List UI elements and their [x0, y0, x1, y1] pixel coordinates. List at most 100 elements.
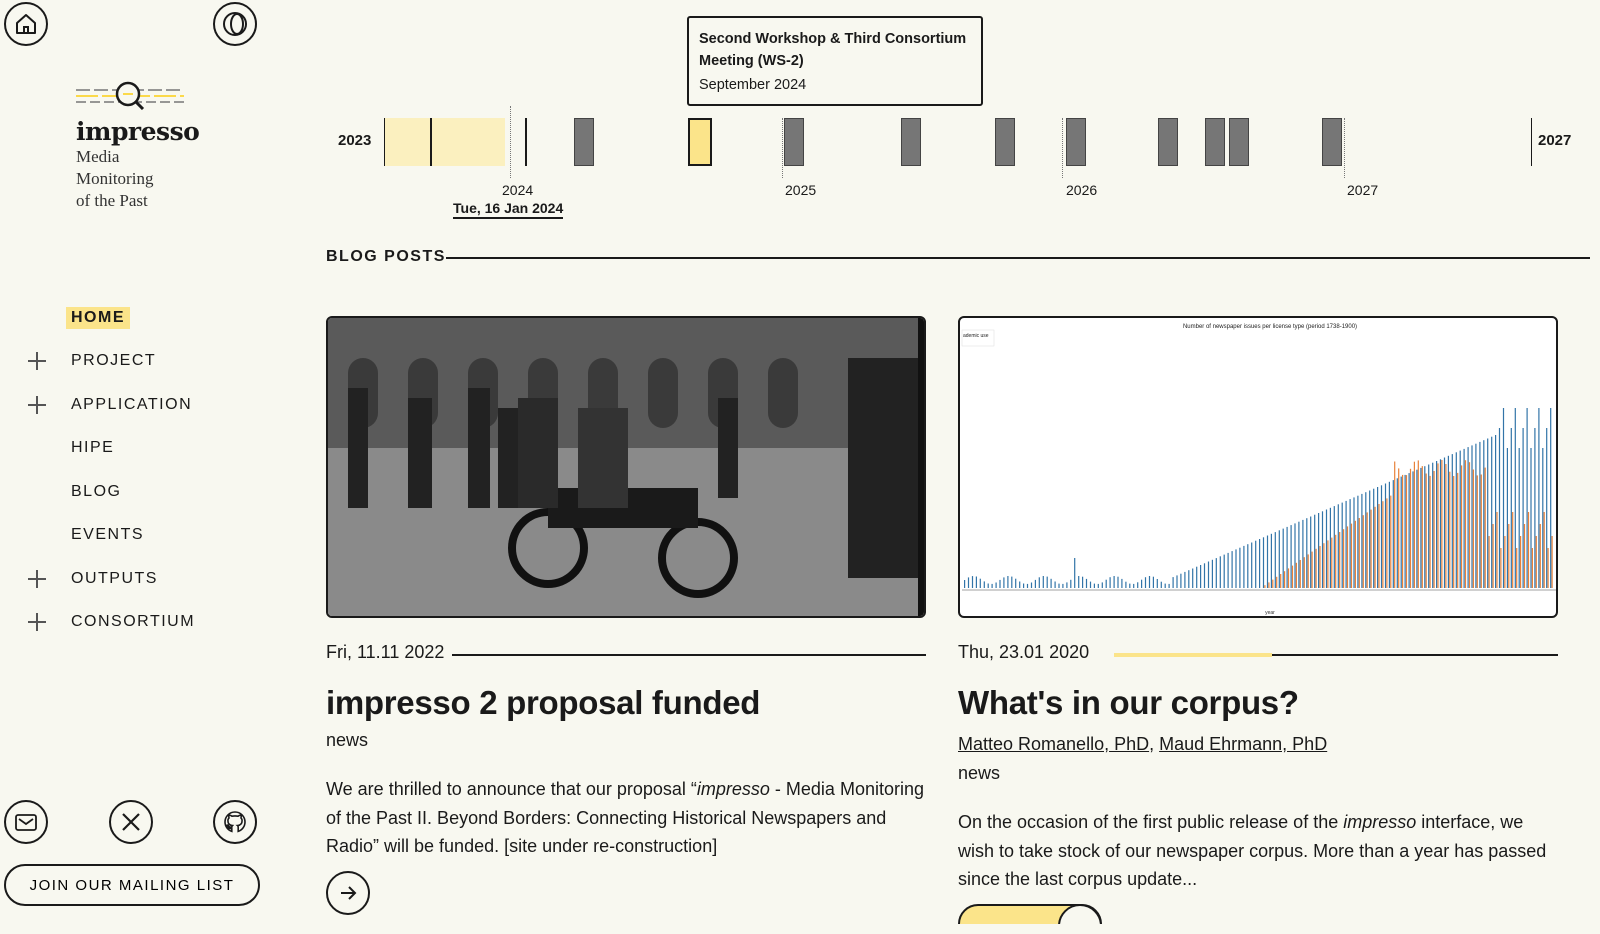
expand-plus-icon[interactable] [28, 395, 46, 414]
chart-bar [1378, 504, 1380, 588]
home-button[interactable] [4, 2, 48, 46]
chart-bar [1314, 514, 1316, 588]
chart-bar [1133, 583, 1135, 588]
chart-bar [1357, 495, 1359, 588]
chart-bar [987, 583, 989, 588]
timeline-event[interactable] [784, 118, 804, 166]
chart-bar [1361, 493, 1363, 588]
nav-label-project: PROJECT [71, 352, 157, 370]
timeline-event[interactable] [901, 118, 921, 166]
timeline-event[interactable] [1322, 118, 1342, 166]
chart-legend-label: ademic use [963, 333, 989, 339]
nav-item-events[interactable]: EVENTS [0, 514, 260, 558]
chart-bar [1512, 512, 1514, 588]
blog-card[interactable]: Fri, 11.11 2022 impresso 2 proposal fund… [326, 316, 926, 915]
chart-bar [1085, 578, 1088, 588]
chart-bar [1298, 521, 1300, 588]
chart-bar [1382, 501, 1384, 588]
chart-bar [1137, 582, 1139, 588]
nav-item-consortium[interactable]: CONSORTIUM [0, 601, 260, 645]
read-more-button[interactable] [326, 870, 370, 915]
chart-bar [1207, 561, 1210, 588]
timeline-event[interactable] [995, 118, 1015, 166]
chart-bar [1066, 582, 1068, 588]
chart-bar [1508, 524, 1510, 588]
chart-bar [1341, 502, 1343, 588]
timeline-event[interactable] [574, 118, 594, 166]
blog-card-tag: news [326, 730, 369, 750]
chart-bar [1491, 436, 1493, 588]
blog-card[interactable]: Number of newspaper issues per license t… [958, 316, 1558, 924]
x-twitter-button[interactable] [109, 800, 153, 844]
read-more-button[interactable] [958, 903, 1102, 924]
chart-bar [1417, 460, 1419, 588]
chart-bar [1192, 568, 1194, 588]
blog-card-image[interactable] [326, 316, 926, 618]
chart-bar [1015, 578, 1017, 588]
blog-card-title[interactable]: What's in our corpus? [958, 684, 1558, 722]
chart-bar [1429, 475, 1431, 588]
chart-bar [1547, 548, 1549, 588]
timeline-end-line [1531, 118, 1532, 166]
newsletter-button[interactable] [4, 800, 48, 844]
nav-item-blog[interactable]: BLOG [0, 470, 260, 514]
chart-bar [1148, 576, 1151, 588]
chart-title: Number of newspaper issues per license t… [1183, 324, 1357, 330]
chart-bar [1038, 577, 1040, 588]
chart-bar [1534, 428, 1536, 588]
expand-plus-icon[interactable] [28, 613, 46, 632]
timeline-event[interactable] [1066, 118, 1086, 166]
chart-bar [1054, 581, 1056, 588]
chart-bar [1101, 582, 1103, 588]
year-gridline [1062, 118, 1063, 178]
date-divider-highlight [1114, 653, 1272, 657]
timeline-tick-2024: 2024 [502, 182, 534, 198]
blog-card-title[interactable]: impresso 2 proposal funded [326, 684, 926, 722]
chart-bar [1527, 512, 1530, 588]
author-link[interactable]: Matteo Romanello, PhD [958, 734, 1149, 754]
chart-bar [1034, 579, 1036, 588]
nav-item-hipe[interactable]: HIPE [0, 427, 260, 471]
nav-item-outputs[interactable]: OUTPUTS [0, 557, 260, 601]
timeline-event[interactable] [1205, 118, 1225, 166]
chart-bar [1023, 583, 1025, 588]
chart-bar [1413, 461, 1415, 588]
chart-bar [1294, 523, 1296, 588]
logo[interactable]: impresso Media Monitoring of the Past [76, 80, 200, 212]
nav-item-application[interactable]: APPLICATION [0, 383, 260, 427]
logo-wordmark: impresso [76, 117, 200, 146]
join-mailing-list-button[interactable]: JOIN OUR MAILING LIST [4, 864, 260, 906]
chart-bar [1268, 582, 1270, 588]
chart-bar [1369, 490, 1371, 588]
blog-card-tag: news [958, 763, 1001, 783]
author-link[interactable]: Maud Ehrmann, PhD [1159, 734, 1327, 754]
nav-item-home[interactable]: HOME [0, 296, 260, 340]
chart-bar [1488, 536, 1490, 588]
theme-toggle-button[interactable] [213, 2, 257, 46]
blog-card-image[interactable]: Number of newspaper issues per license t… [958, 316, 1558, 618]
timeline-event-selected[interactable] [688, 118, 712, 166]
timeline-range-highlight[interactable] [385, 118, 505, 166]
chart-bar [1144, 577, 1147, 588]
github-icon [224, 811, 246, 833]
chart-bar [1176, 575, 1178, 588]
chart-bar [1428, 464, 1430, 588]
timeline-event[interactable] [1158, 118, 1178, 166]
github-button[interactable] [213, 800, 257, 844]
chart-bar [1405, 475, 1408, 588]
chart-bar [1078, 576, 1080, 588]
chart-bar [1495, 435, 1497, 588]
expand-plus-icon[interactable] [28, 352, 46, 371]
timeline-event[interactable] [1229, 118, 1249, 166]
chart-bar [1358, 518, 1360, 588]
chart-bar [1109, 577, 1111, 588]
chart-bar [1278, 530, 1280, 588]
expand-plus-icon[interactable] [28, 569, 46, 588]
year-gridline [510, 106, 511, 178]
chart-bar [979, 578, 981, 588]
nav-item-project[interactable]: PROJECT [0, 340, 260, 384]
nav-label-consortium: CONSORTIUM [71, 613, 196, 631]
chart-bar [1255, 540, 1257, 588]
chart-bar [1404, 474, 1406, 588]
chart-bar [1498, 428, 1501, 588]
